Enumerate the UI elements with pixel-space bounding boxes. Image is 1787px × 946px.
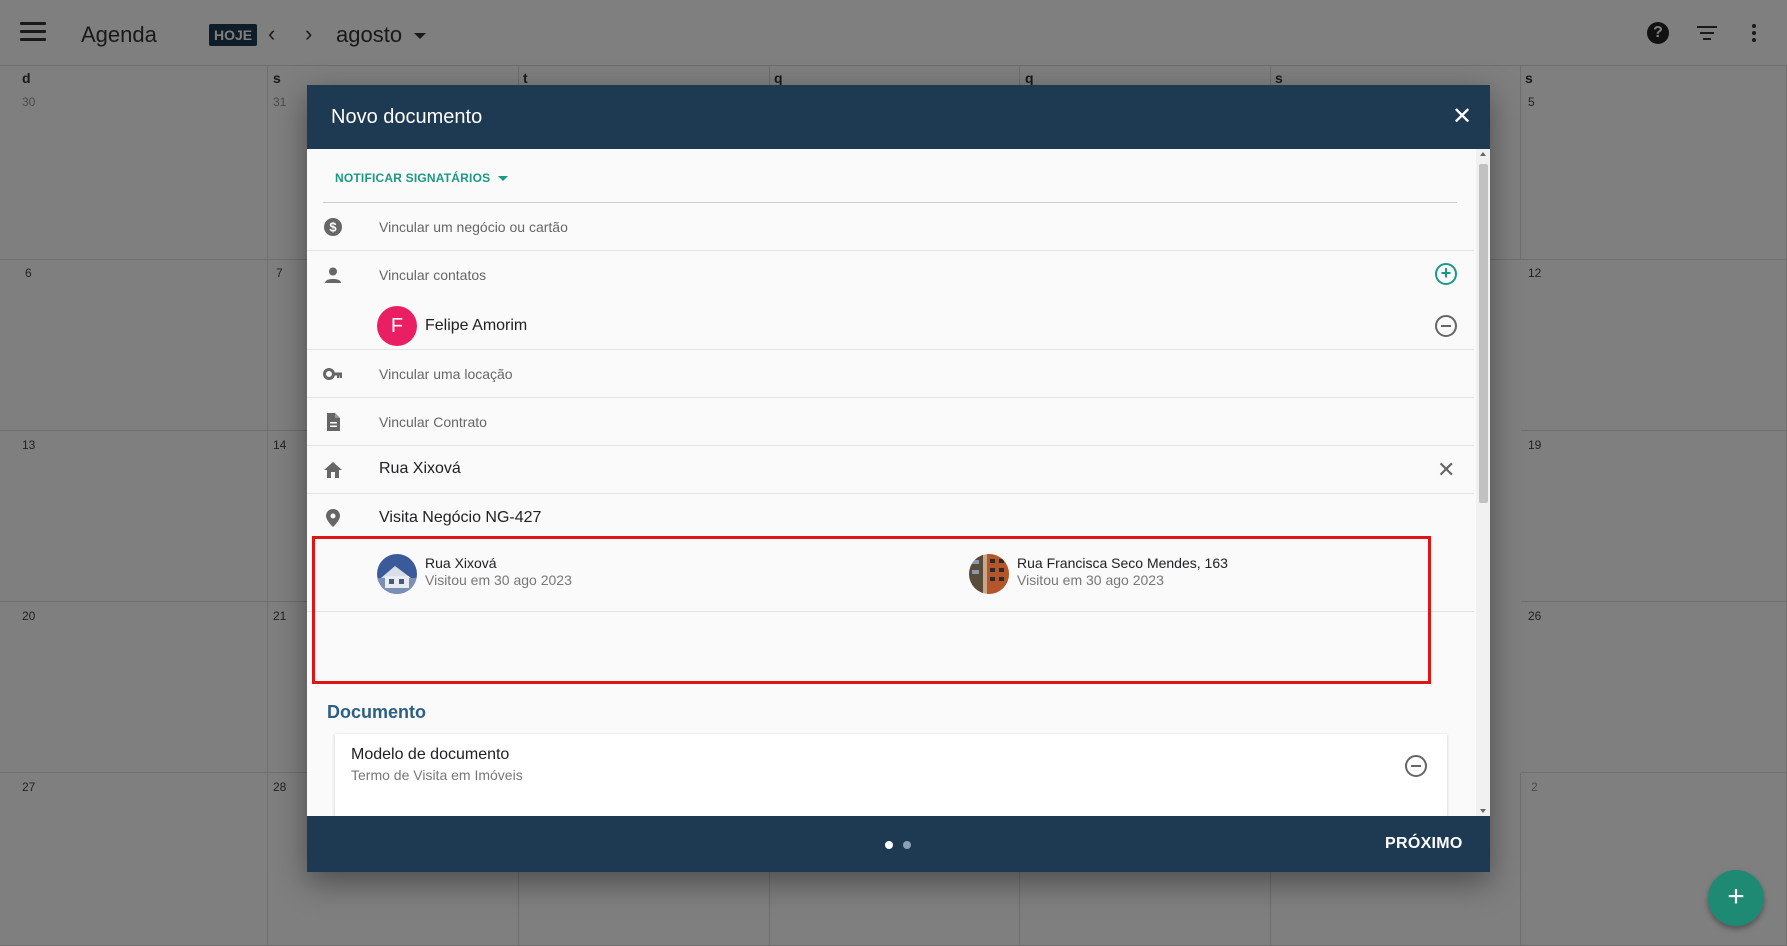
link-contract-placeholder: Vincular Contrato <box>379 414 487 430</box>
step-indicator-active <box>885 841 893 849</box>
link-deal-placeholder: Vincular um negócio ou cartão <box>379 219 568 235</box>
link-contacts-row: Vincular contatos + F Felipe Amorim <box>307 251 1474 350</box>
scrollbar[interactable] <box>1476 149 1490 816</box>
scroll-thumb[interactable] <box>1479 164 1488 503</box>
add-contact-icon[interactable]: + <box>1435 263 1457 285</box>
dialog-title: Novo documento <box>331 106 483 128</box>
person-icon <box>325 267 341 283</box>
notify-signers-button[interactable]: NOTIFICAR SIGNATÁRIOS <box>335 171 509 185</box>
visit-title: Visita Negócio NG-427 <box>379 509 542 526</box>
close-icon[interactable]: ✕ <box>1450 105 1474 129</box>
remove-document-model-icon[interactable] <box>1405 755 1427 777</box>
property-thumbnail <box>969 554 1009 594</box>
key-icon <box>323 368 342 380</box>
visit-date: Visitou em 30 ago 2023 <box>1017 572 1164 588</box>
property-thumbnail <box>377 554 417 594</box>
link-deal-row[interactable]: $ Vincular um negócio ou cartão <box>307 203 1474 251</box>
notify-signers-label: NOTIFICAR SIGNATÁRIOS <box>335 171 491 185</box>
dialog-footer: PRÓXIMO <box>307 816 1490 872</box>
document-model-label: Modelo de documento <box>351 746 510 763</box>
next-button[interactable]: PRÓXIMO <box>1385 835 1463 853</box>
visit-row: Visita Negócio NG-427 Rua Xixová Visitou… <box>307 494 1474 612</box>
link-contacts-placeholder[interactable]: Vincular contatos <box>379 267 486 283</box>
contact-name: Felipe Amorim <box>425 317 528 334</box>
dialog-body: NOTIFICAR SIGNATÁRIOS $ Vincular um negó… <box>307 149 1474 816</box>
avatar: F <box>377 306 417 346</box>
property-row: Rua Xixová ✕ <box>307 446 1474 494</box>
remove-contact-icon[interactable] <box>1435 315 1457 337</box>
dialog-header: Novo documento ✕ <box>307 85 1490 149</box>
visit-date: Visitou em 30 ago 2023 <box>425 572 572 588</box>
home-icon <box>324 462 342 478</box>
scroll-down-arrow[interactable] <box>1480 809 1486 813</box>
new-document-dialog: Novo documento ✕ NOTIFICAR SIGNATÁRIOS $… <box>307 85 1490 872</box>
add-fab-button[interactable]: + <box>1708 870 1764 926</box>
link-rental-row[interactable]: Vincular uma locação <box>307 350 1474 398</box>
clear-property-icon[interactable]: ✕ <box>1437 459 1455 481</box>
document-model-value: Termo de Visita em Imóveis <box>351 767 523 783</box>
link-contract-row[interactable]: Vincular Contrato <box>307 398 1474 446</box>
document-model-card[interactable]: Modelo de documento Termo de Visita em I… <box>335 734 1447 816</box>
document-icon <box>327 413 340 431</box>
link-rental-placeholder: Vincular uma locação <box>379 366 513 382</box>
svg-text:$: $ <box>329 220 337 235</box>
dollar-icon: $ <box>324 218 342 236</box>
property-name: Rua Xixová <box>379 460 461 477</box>
visit-property-name: Rua Xixová <box>425 555 497 571</box>
step-indicator <box>903 841 911 849</box>
section-title: Documento <box>327 702 426 722</box>
visit-property-name: Rua Francisca Seco Mendes, 163 <box>1017 555 1228 571</box>
scroll-up-arrow[interactable] <box>1480 152 1486 156</box>
location-pin-icon <box>326 509 340 527</box>
caret-down-icon <box>498 176 509 182</box>
